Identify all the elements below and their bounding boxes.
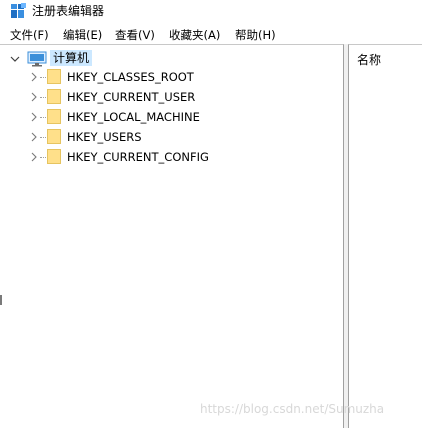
menu-help[interactable]: 帮助(H) xyxy=(235,26,276,44)
window-title: 注册表编辑器 xyxy=(32,4,105,18)
values-pane[interactable]: 名称 xyxy=(348,44,422,428)
menu-edit[interactable]: 编辑(E) xyxy=(63,26,102,44)
tree-node-label[interactable]: HKEY_CURRENT_USER xyxy=(67,88,195,106)
tree-node-hkey-users[interactable]: HKEY_USERS xyxy=(30,128,310,146)
folder-icon xyxy=(47,89,61,104)
folder-icon xyxy=(47,129,61,144)
computer-icon xyxy=(27,51,47,67)
window-edge-mark xyxy=(0,295,2,305)
chevron-right-icon[interactable] xyxy=(30,72,38,82)
tree-node-label[interactable]: 计算机 xyxy=(50,50,93,66)
folder-icon xyxy=(47,109,61,124)
menu-view[interactable]: 查看(V) xyxy=(115,26,155,44)
folder-icon xyxy=(47,69,61,84)
title-bar: 注册表编辑器 xyxy=(0,0,422,24)
chevron-right-icon[interactable] xyxy=(30,92,38,102)
folder-icon xyxy=(47,149,61,164)
tree-node-label[interactable]: HKEY_CURRENT_CONFIG xyxy=(67,148,209,166)
chevron-right-icon[interactable] xyxy=(30,132,38,142)
watermark: https://blog.csdn.net/Sumuzha xyxy=(200,402,385,416)
menu-favorites[interactable]: 收藏夹(A) xyxy=(169,26,220,44)
chevron-right-icon[interactable] xyxy=(30,152,38,162)
registry-editor-icon xyxy=(11,3,26,18)
tree-node-hkey-local-machine[interactable]: HKEY_LOCAL_MACHINE xyxy=(30,108,310,126)
tree-node-label[interactable]: HKEY_LOCAL_MACHINE xyxy=(67,108,200,126)
chevron-down-icon[interactable] xyxy=(10,54,20,64)
chevron-right-icon[interactable] xyxy=(30,112,38,122)
column-header-name[interactable]: 名称 xyxy=(357,52,381,68)
tree-node-label[interactable]: HKEY_CLASSES_ROOT xyxy=(67,68,194,86)
menu-bar: 文件(F) 编辑(E) 查看(V) 收藏夹(A) 帮助(H) xyxy=(0,26,422,44)
tree-node-hkey-current-user[interactable]: HKEY_CURRENT_USER xyxy=(30,88,310,106)
tree-node-label[interactable]: HKEY_USERS xyxy=(67,128,142,146)
menu-file[interactable]: 文件(F) xyxy=(10,26,49,44)
tree-node-hkey-classes-root[interactable]: HKEY_CLASSES_ROOT xyxy=(30,68,310,86)
tree-node-hkey-current-config[interactable]: HKEY_CURRENT_CONFIG xyxy=(30,148,310,166)
